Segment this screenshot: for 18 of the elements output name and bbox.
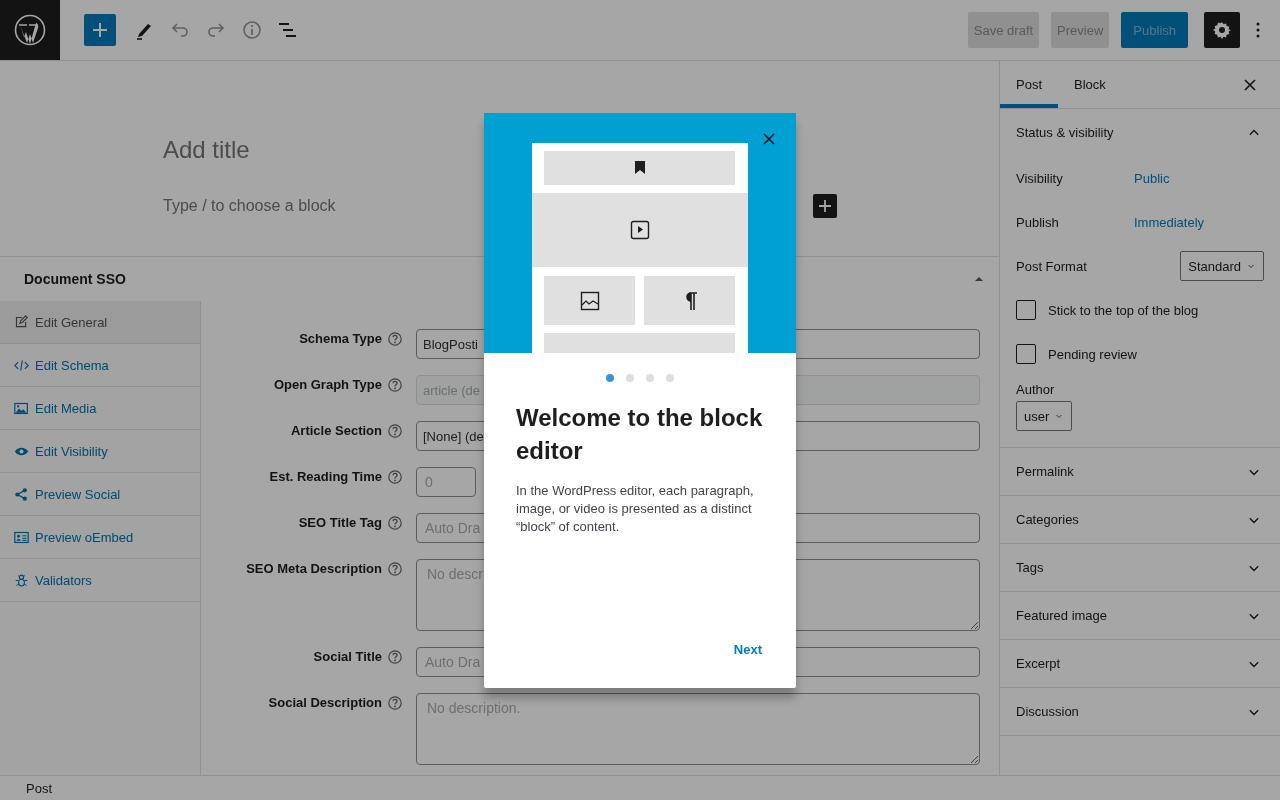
setting-label: Publish — [1016, 214, 1060, 230]
field-label: Social Description — [267, 694, 382, 710]
field-label: SEO Title Tag — [297, 514, 382, 530]
setting-label: Author — [1016, 382, 1056, 397]
dialog-text: In the WordPress editor, each paragraph, image, or video is presented as a distinct “block” of content. — [516, 482, 755, 536]
setting-label: Visibility — [1016, 170, 1064, 186]
checkbox-label: Pending review — [1048, 346, 1137, 362]
metabox-title: Document SSO — [24, 271, 126, 287]
field-label: Schema Type — [298, 330, 382, 346]
field-label: Social Title — [312, 648, 382, 664]
dialog-title: Welcome to the block editor — [516, 403, 764, 466]
setting-label: Post Format — [1016, 258, 1087, 274]
field-label: Est. Reading Time — [268, 468, 382, 484]
checkbox-label: Stick to the top of the blog — [1048, 302, 1199, 318]
field-label: SEO Meta Description — [245, 560, 382, 576]
field-label: Article Section — [289, 422, 382, 438]
status-bar-label: Post — [26, 780, 52, 796]
field-label: Open Graph Type — [272, 376, 382, 392]
